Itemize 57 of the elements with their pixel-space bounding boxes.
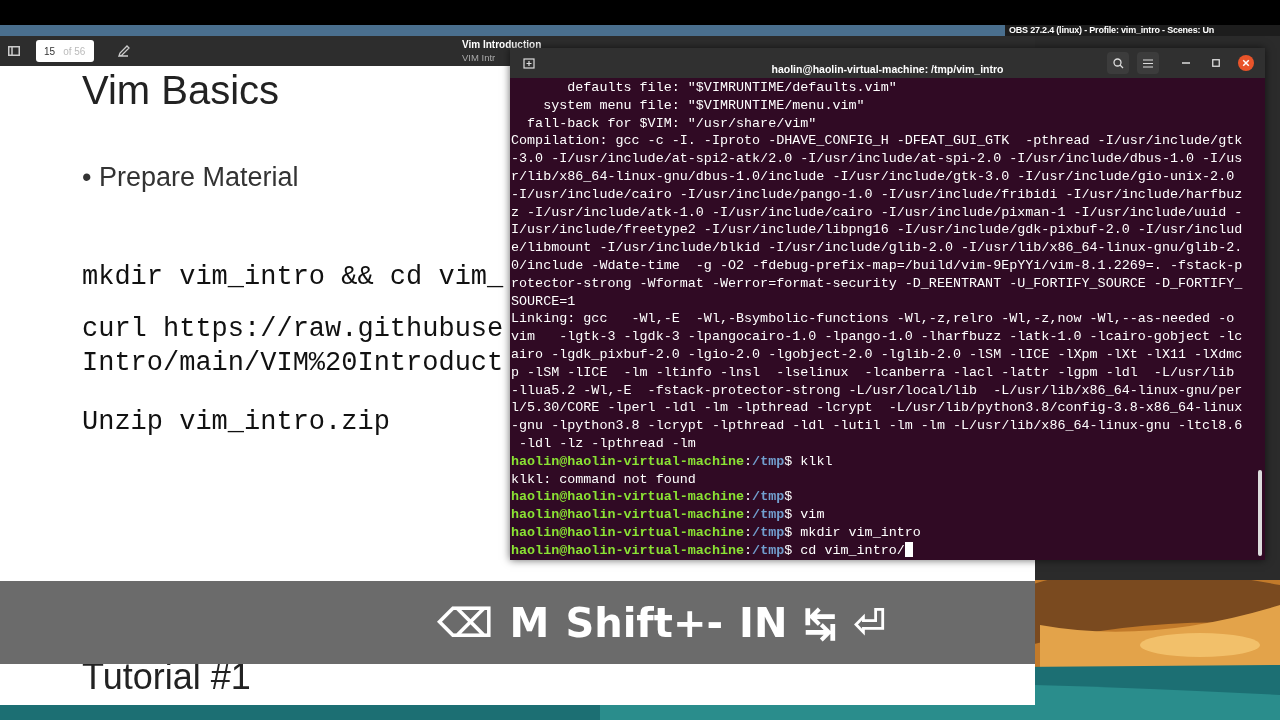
- terminal-line: vim -lgtk-3 -lgdk-3 -lpangocairo-1.0 -lpango-1.0 -lharfbuzz -latk-1.0 -lcairo-gobject -lc: [511, 328, 1243, 346]
- terminal-line: -gnu -lpython3.8 -lcrypt -lpthread -ldl -lutil -lm -lm -L/usr/lib/x86_64-linux-gnu -ltcl8.6: [511, 417, 1243, 435]
- terminal-line: -ldl -lz -lpthread -lm: [518, 434, 696, 453]
- terminal-line: rotector-strong -Wformat -Werror=format-security -D_REENTRANT -U_FORTIFY_SOURCE -D_FORTIFY_: [511, 274, 1243, 293]
- terminal-line: -3.0 -I/usr/include/at-spi2-atk/2.0 -I/usr/include/at-spi-2.0 -I/usr/include/dbus-1.0 -I/us: [511, 150, 1243, 168]
- slide-title: Tutorial #1: [82, 657, 251, 697]
- key-label: ↹: [803, 598, 837, 648]
- terminal-line: Linking: gcc -Wl,-E -Wl,-Bsymbolic-functions -Wl,-z,relro -Wl,-z,now -Wl,--as-needed -o: [511, 310, 1235, 329]
- search-icon: [1112, 57, 1124, 69]
- window-title: OBS 27.2.4 (linux) - Profile: vim_intro - Scenes: Un: [1008, 25, 1215, 36]
- sidebar-icon[interactable]: [8, 46, 20, 56]
- terminal-line: -llua5.2 -Wl,-E -fstack-protector-strong -L/usr/local/lib -L/usr/lib/x86_64-linux-gnu/per: [511, 381, 1243, 400]
- bullet-text: • Prepare Material: [82, 161, 299, 194]
- terminal-line: r/lib/x86_64-linux-gnu/dbus-1.0/include -I/usr/include/gtk-3.0 -I/usr/include/gio-unix-2.0: [511, 168, 1235, 186]
- menu-icon: [1143, 58, 1153, 68]
- menu-button[interactable]: [1137, 52, 1159, 74]
- terminal-line: airo -lgdk_pixbuf-2.0 -lgio-2.0 -lgobject-2.0 -lglib-2.0 -lSM -lICE -lXpm -lXt -lX11 -lXdmc: [511, 345, 1243, 364]
- search-button[interactable]: [1107, 52, 1129, 74]
- command-text: curl https://raw.githubuse: [82, 313, 504, 346]
- terminal-line: I/usr/include/freetype2 -I/usr/include/libpng16 -I/usr/include/gdk-pixbuf-2.0 -I/usr/includ: [511, 221, 1243, 240]
- document-title: Vim Introduction: [462, 39, 542, 50]
- page-field[interactable]: 15 of 56: [36, 40, 94, 62]
- terminal-line: -I/usr/include/cairo -I/usr/include/pango-1.0 -I/usr/include/fribidi -I/usr/include/harfbuz: [511, 185, 1243, 204]
- minimize-icon: [1182, 62, 1190, 64]
- window-title: haolin@haolin-virtual-machine: /tmp/vim_intro: [771, 63, 1004, 75]
- maximize-icon: [1212, 59, 1220, 67]
- close-icon: [1238, 55, 1254, 71]
- terminal-line: haolin@haolin-virtual-machine:/tmp$ cd vim_intro/: [511, 541, 913, 560]
- scrollbar[interactable]: [1258, 470, 1262, 556]
- terminal-line: haolin@haolin-virtual-machine:/tmp$ klkl: [511, 452, 833, 471]
- pen-icon[interactable]: [118, 45, 130, 57]
- terminal-line: klkl: command not found: [511, 470, 696, 489]
- terminal-line: e/libmount -I/usr/include/blkid -I/usr/include/glib-2.0 -I/usr/lib/x86_64-linux-gnu/glib-2.: [511, 239, 1243, 257]
- terminal-line: SOURCE=1: [511, 292, 576, 311]
- terminal-line: haolin@haolin-virtual-machine:/tmp$ mkdir vim_intro: [511, 523, 921, 542]
- command-text: Unzip vim_intro.zip: [82, 406, 390, 439]
- command-text: Intro/main/VIM%20Introduct: [82, 347, 504, 380]
- terminal-line: system menu file: "$VIMRUNTIME/menu.vim": [542, 96, 865, 115]
- terminal-line: p -lSM -lICE -lm -ltinfo -lnsl -lselinux -lcanberra -lacl -lattr -lgpm -ldl -L/usr/lib: [511, 363, 1235, 382]
- terminal-line: haolin@haolin-virtual-machine:/tmp$ vim: [511, 506, 825, 524]
- key-label: ⌫: [437, 598, 494, 648]
- slide-title: Vim Basics: [82, 67, 280, 114]
- document-subtitle: VIM Intr: [462, 52, 496, 63]
- key-label: Shift+-: [565, 598, 723, 648]
- terminal-line: defaults file: "$VIMRUNTIME/defaults.vim": [566, 79, 897, 97]
- terminal-line: 0/include -Wdate-time -g -O2 -fdebug-prefix-map=/build/vim-9EpYYi/vim-8.1.2269=. -fstack-p: [511, 256, 1243, 275]
- close-button[interactable]: [1235, 52, 1257, 74]
- terminal-line: l/5.30/CORE -lperl -ldl -lm -lpthread -lcrypt -L/usr/lib/python3.8/config-3.8-x86_64-linux: [511, 399, 1243, 418]
- key-label: M: [509, 598, 550, 648]
- terminal-line: fall-back for $VIM: "/usr/share/vim": [526, 114, 817, 133]
- terminal-line: z -I/usr/include/atk-1.0 -I/usr/include/cairo -I/usr/include/pixman-1 -I/usr/include/uuid -: [511, 203, 1243, 222]
- command-text: mkdir vim_intro && cd vim_: [82, 261, 504, 294]
- key-label: ⏎: [852, 598, 887, 648]
- terminal-line: haolin@haolin-virtual-machine:/tmp$: [511, 488, 793, 507]
- key-label: IN: [739, 598, 788, 648]
- terminal-line: Compilation: gcc -c -I. -Iproto -DHAVE_CONFIG_H -DFEAT_GUI_GTK -pthread -I/usr/include/gtk: [511, 132, 1243, 151]
- new-tab-icon: [523, 57, 535, 69]
